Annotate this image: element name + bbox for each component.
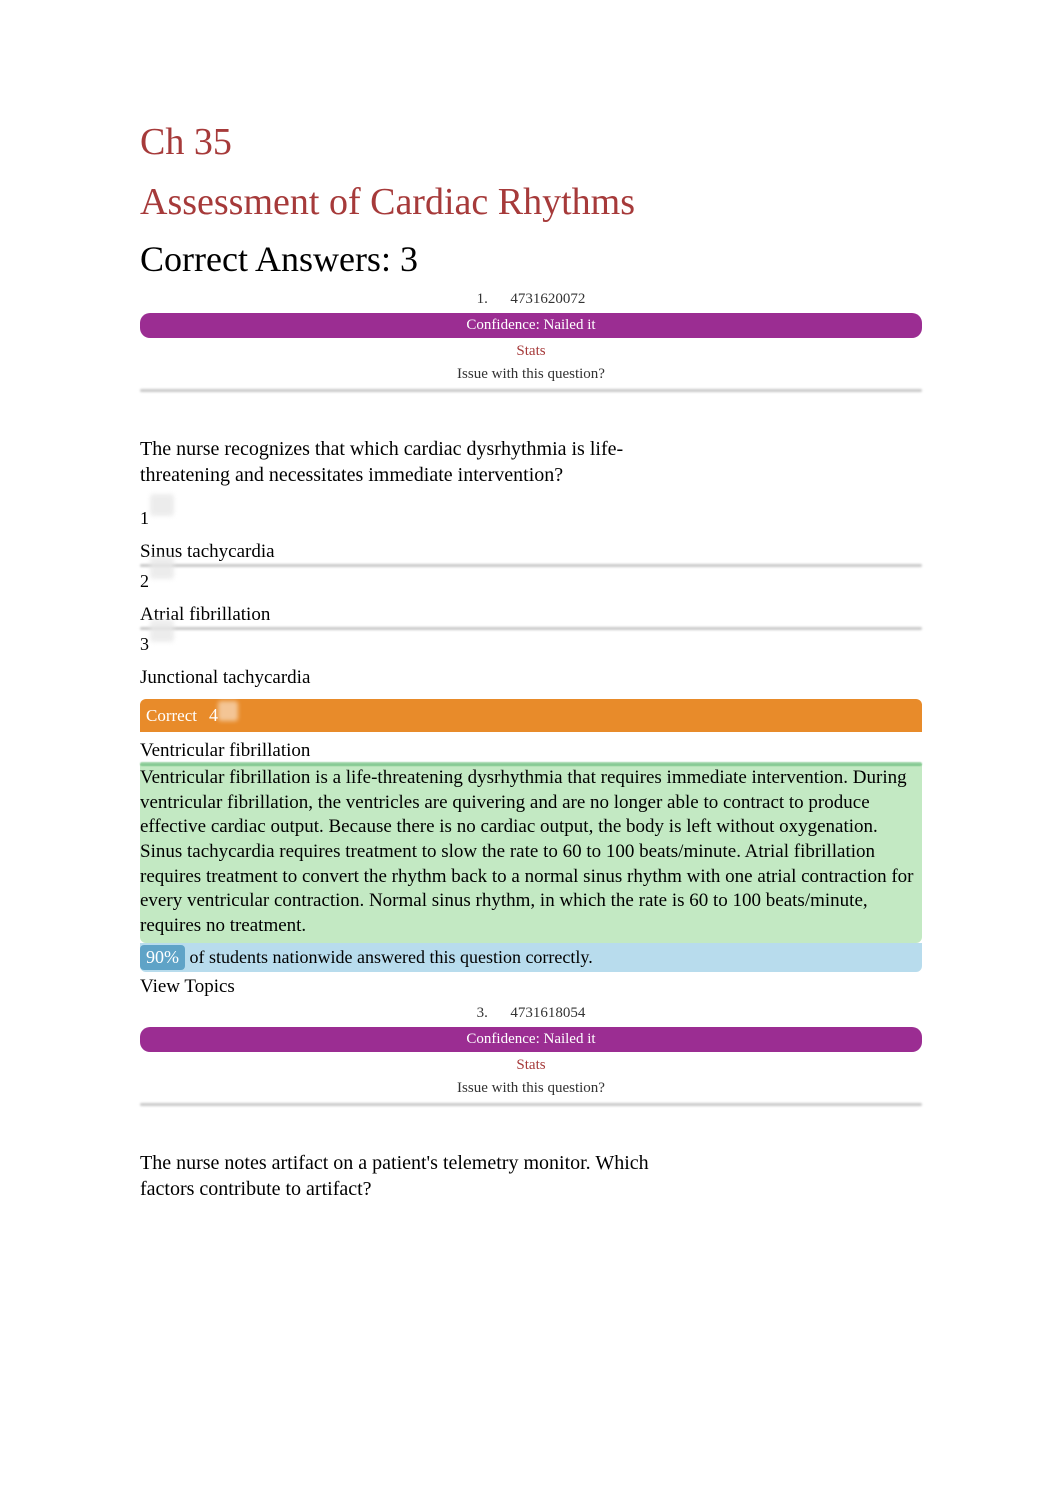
question-ordinal: 1. xyxy=(477,291,488,307)
option-number: 2 xyxy=(140,571,922,592)
option-text[interactable]: Atrial fibrillation xyxy=(140,604,922,626)
question-id: 4731620072 xyxy=(510,291,585,307)
question-meta: 1. 4731620072 Confidence: Nailed it Stat… xyxy=(140,288,922,386)
option-number: 1 xyxy=(140,508,922,529)
stats-link[interactable]: Stats xyxy=(140,1054,922,1077)
view-topics-link[interactable]: View Topics xyxy=(140,976,922,998)
issue-link[interactable]: Issue with this question? xyxy=(140,1077,922,1100)
hidden-marker-icon xyxy=(218,701,238,721)
percent-caption: of students nationwide answered this que… xyxy=(185,947,593,967)
chapter-label: Ch 35 xyxy=(140,120,922,164)
national-stats: 90% of students nationwide answered this… xyxy=(140,943,922,972)
question-meta: 3. 4731618054 Confidence: Nailed it Stat… xyxy=(140,1002,922,1100)
correct-answers-count: Correct Answers: 3 xyxy=(140,238,922,280)
stats-link[interactable]: Stats xyxy=(140,340,922,363)
option-text[interactable]: Junctional tachycardia xyxy=(140,667,922,689)
issue-link[interactable]: Issue with this question? xyxy=(140,363,922,386)
percent-badge: 90% xyxy=(140,945,185,970)
correct-answer-text: Ventricular fibrillation xyxy=(140,740,922,762)
confidence-badge: Confidence: Nailed it xyxy=(140,1027,922,1052)
question-id: 4731618054 xyxy=(510,1005,585,1021)
option-number: 3 xyxy=(140,634,922,655)
question-ordinal: 3. xyxy=(477,1005,488,1021)
question-text: The nurse recognizes that which cardiac … xyxy=(140,436,660,488)
option-text[interactable]: Sinus tachycardia xyxy=(140,541,922,563)
confidence-badge: Confidence: Nailed it xyxy=(140,313,922,338)
option-number: 4 xyxy=(209,705,218,726)
correct-label: Correct xyxy=(146,706,197,726)
question-id-row: 1. 4731620072 xyxy=(140,288,922,311)
question-text: The nurse notes artifact on a patient's … xyxy=(140,1150,660,1202)
page-title: Assessment of Cardiac Rhythms xyxy=(140,180,922,224)
answer-explanation: Ventricular fibrillation is a life-threa… xyxy=(140,764,922,943)
correct-answer-row: Correct 4 xyxy=(140,699,922,732)
question-id-row: 3. 4731618054 xyxy=(140,1002,922,1025)
